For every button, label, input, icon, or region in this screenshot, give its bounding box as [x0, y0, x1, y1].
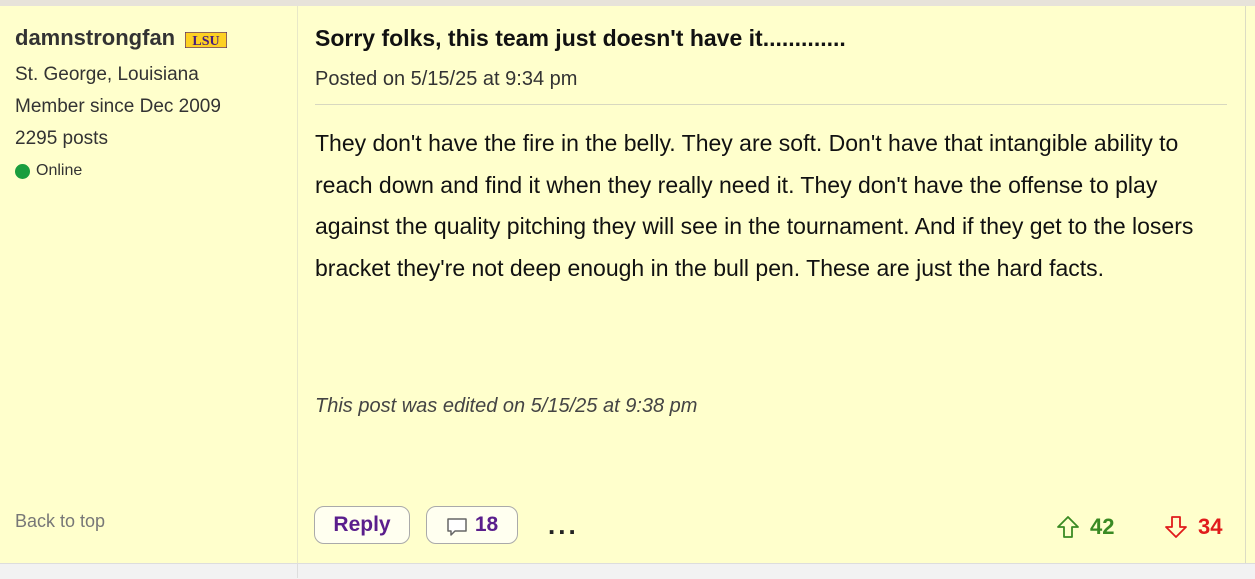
author-post-count[interactable]: 2295 posts [15, 128, 108, 150]
more-options-button[interactable]: ... [548, 510, 579, 541]
downvote-count: 34 [1198, 514, 1223, 539]
next-post-separator [297, 563, 298, 578]
online-dot-icon [15, 163, 30, 179]
forum-post: damnstrongfan LSU St. George, Louisiana … [0, 6, 1246, 563]
post-timestamp: Posted on 5/15/25 at 9:34 pm [315, 68, 578, 90]
reply-button[interactable]: Reply [314, 506, 410, 544]
reply-button-label: Reply [333, 513, 391, 536]
online-status: Online [15, 162, 82, 180]
post-body: They don't have the fire in the belly. T… [315, 130, 1194, 281]
author-username[interactable]: damnstrongfan [15, 25, 175, 51]
post-title: Sorry folks, this team just doesn't have… [315, 25, 846, 51]
lsu-logo-text: LSU [193, 34, 220, 48]
lsu-logo-icon: LSU [185, 31, 228, 48]
post-content: Sorry folks, this team just doesn't have… [298, 6, 1245, 563]
upvote-count: 42 [1090, 514, 1115, 539]
back-to-top-link[interactable]: Back to top [15, 511, 105, 532]
comment-bubble-icon [447, 517, 467, 536]
next-post-edge [0, 563, 1255, 579]
post-edited-note: This post was edited on 5/15/25 at 9:38 … [315, 395, 698, 417]
arrow-up-icon [1057, 516, 1079, 538]
online-status-label: Online [36, 162, 83, 179]
arrow-down-icon [1165, 516, 1187, 538]
post-divider [315, 104, 1227, 105]
downvote-button[interactable]: 34 [1164, 514, 1222, 540]
upvote-button[interactable]: 42 [1056, 514, 1114, 540]
author-username-row: damnstrongfan LSU [15, 25, 228, 51]
comment-count: 18 [474, 513, 499, 536]
author-panel: damnstrongfan LSU St. George, Louisiana … [0, 6, 298, 563]
comments-button[interactable]: 18 [426, 506, 518, 544]
author-member-since: Member since Dec 2009 [15, 96, 221, 117]
author-location: St. George, Louisiana [15, 64, 199, 85]
